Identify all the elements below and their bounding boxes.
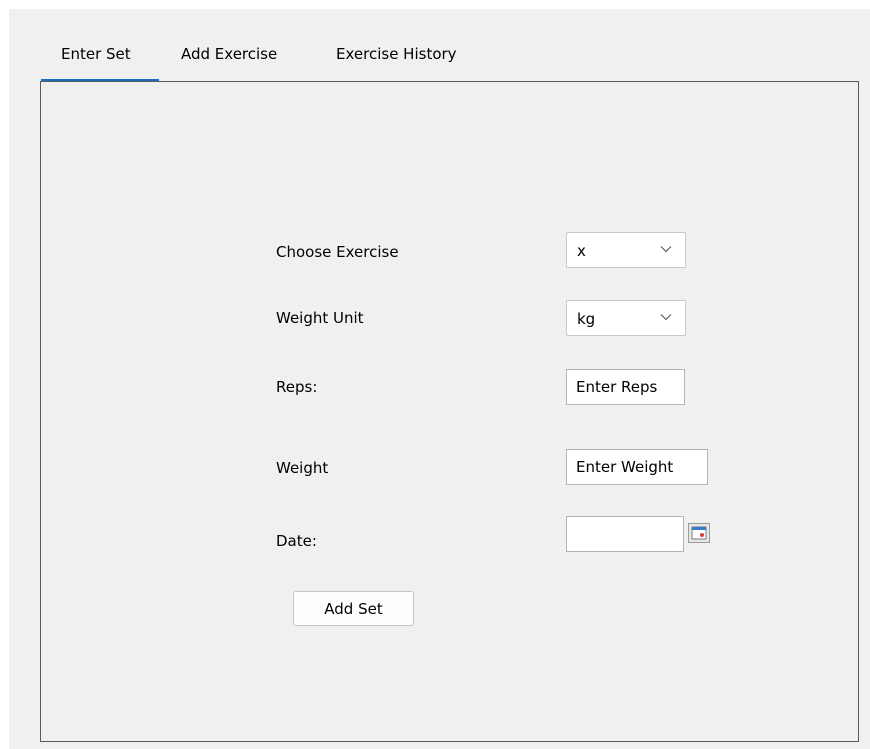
app-window: Enter Set Add Exercise Exercise History …	[9, 9, 870, 749]
chevron-down-icon	[660, 314, 672, 321]
reps-label: Reps:	[276, 378, 318, 396]
date-label: Date:	[276, 532, 317, 550]
date-input[interactable]	[566, 516, 684, 552]
weight-label: Weight	[276, 459, 329, 477]
exercise-select-value: x	[577, 242, 586, 260]
reps-input[interactable]	[566, 369, 685, 405]
weight-unit-select[interactable]: kg	[566, 300, 686, 336]
chevron-down-icon	[660, 246, 672, 253]
tab-panel: Choose Exercise x Weight Unit kg Reps: W…	[40, 81, 859, 742]
tab-enter-set[interactable]: Enter Set	[61, 45, 131, 69]
exercise-select[interactable]: x	[566, 232, 686, 268]
choose-exercise-label: Choose Exercise	[276, 243, 399, 261]
tab-exercise-history[interactable]: Exercise History	[336, 45, 457, 69]
date-picker-button[interactable]	[688, 523, 710, 543]
add-set-button[interactable]: Add Set	[293, 591, 414, 626]
weight-unit-select-value: kg	[577, 310, 596, 328]
tab-add-exercise[interactable]: Add Exercise	[181, 45, 277, 69]
weight-unit-label: Weight Unit	[276, 309, 364, 327]
weight-input[interactable]	[566, 449, 708, 485]
calendar-icon	[691, 526, 707, 540]
